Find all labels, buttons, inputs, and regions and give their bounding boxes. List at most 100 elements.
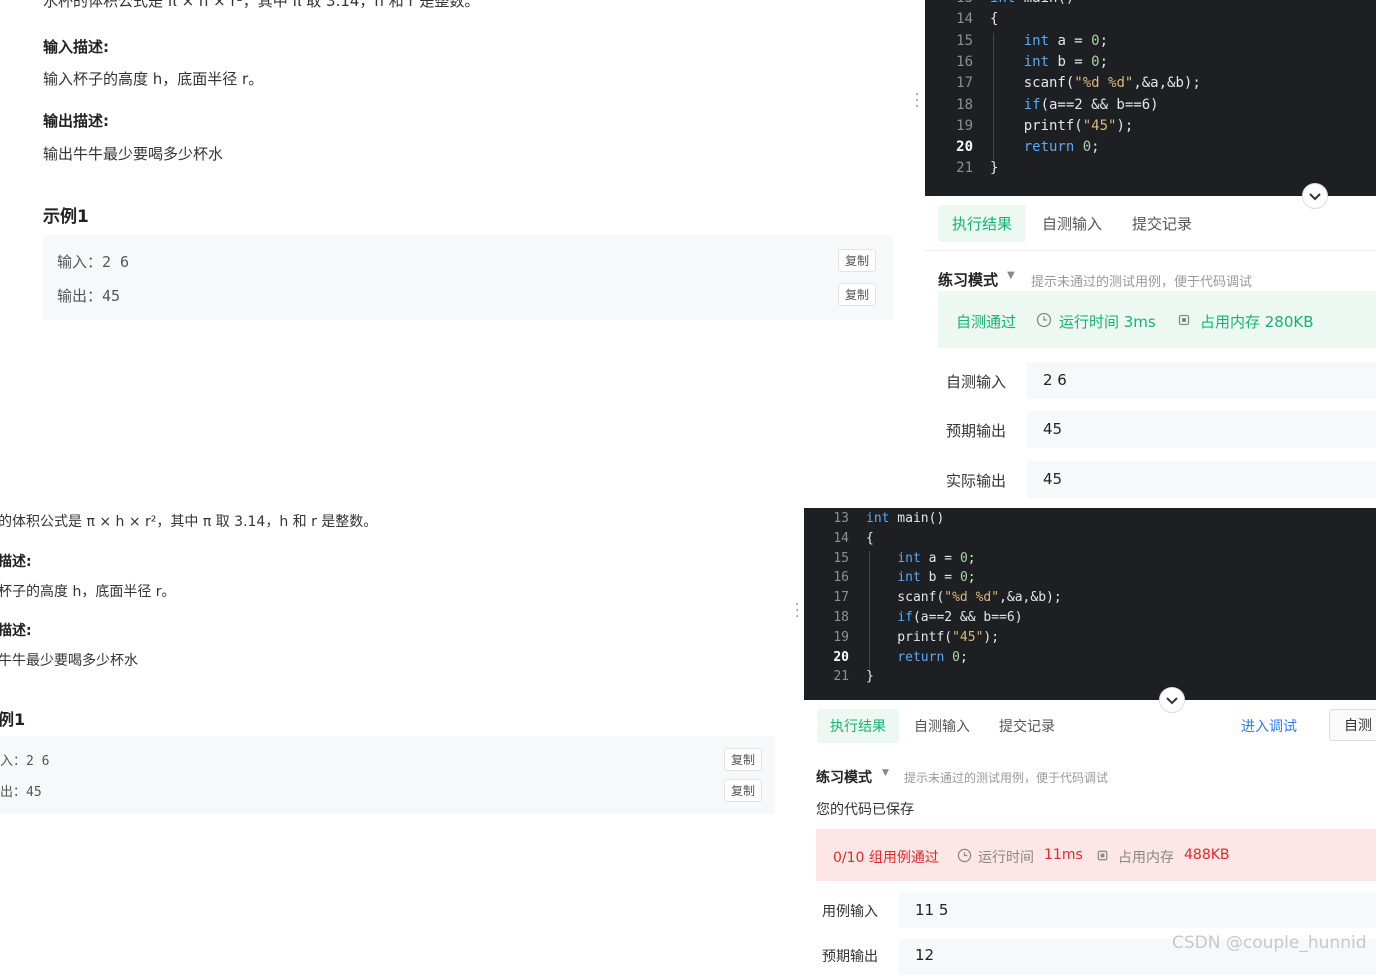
example-box: 入：2 6 出：45 复制 复制 — [0, 736, 775, 814]
memory-label: 占用内存 — [1118, 850, 1174, 866]
input-desc: 杯子的高度 h，底面半径 r。 — [0, 584, 176, 600]
expected-output-label: 预期输出 — [946, 422, 1007, 440]
line-number: 15 — [956, 32, 973, 49]
tab-submissions[interactable]: 提交记录 — [999, 716, 1055, 736]
tab-self-test[interactable]: 自测输入 — [914, 716, 970, 736]
example-output: 输出：45 — [57, 287, 121, 305]
example-input: 入：2 6 — [0, 754, 50, 769]
output-desc: 输出牛牛最少要喝多少杯水 — [43, 145, 224, 163]
runtime: 运行时间 3ms — [1059, 313, 1156, 331]
copy-output-button[interactable]: 复制 — [724, 779, 763, 802]
code-line[interactable]: if(a==2 && b==6) — [866, 610, 1022, 625]
case-input-value: 11 5 — [899, 892, 1376, 928]
output-desc-title: 描述: — [0, 623, 32, 639]
copy-output-button[interactable]: 复制 — [838, 283, 877, 306]
line-number: 20 — [956, 139, 973, 156]
tab-run-result[interactable]: 执行结果 — [817, 709, 899, 743]
line-number: 17 — [956, 75, 973, 92]
line-number: 20 — [833, 649, 849, 665]
clock-icon — [957, 848, 972, 867]
code-line[interactable]: printf("45"); — [866, 630, 999, 645]
result-banner: 0/10 组用例通过 运行时间 11ms 占用内存 488KB — [816, 829, 1376, 881]
practice-mode[interactable]: 练习模式 — [816, 767, 872, 787]
example-output: 出：45 — [0, 785, 42, 800]
tab-submissions[interactable]: 提交记录 — [1132, 213, 1192, 234]
mode-hint: 提示未通过的测试用例，便于代码调试 — [904, 771, 1109, 785]
line-number: 21 — [956, 160, 973, 177]
result-banner: 自测通过 运行时间 3ms 占用内存 280KB — [938, 291, 1376, 348]
formula-text: 的体积公式是 π × h × r²，其中 π 取 3.14，h 和 r 是整数。 — [0, 514, 378, 530]
copy-input-button[interactable]: 复制 — [724, 748, 763, 771]
memory-value: 488KB — [1184, 847, 1230, 863]
code-line[interactable]: int a = 0; — [990, 33, 1108, 49]
result-status: 自测通过 — [956, 313, 1017, 331]
code-line[interactable]: { — [990, 11, 998, 27]
caret-down-icon[interactable]: ▼ — [1007, 270, 1015, 281]
code-line[interactable]: return 0; — [866, 650, 967, 665]
tab-self-test[interactable]: 自测输入 — [1042, 213, 1102, 234]
code-line[interactable]: int main() — [990, 0, 1074, 6]
memory: 占用内存 280KB — [1200, 313, 1314, 331]
actual-output-value: 45 — [1027, 461, 1376, 498]
line-number: 18 — [956, 96, 973, 113]
formula-text: 水杯的体积公式是 π × h × r²，其中 π 取 3.14，h 和 r 是整… — [43, 0, 480, 10]
expected-output-label: 预期输出 — [822, 949, 878, 965]
code-line[interactable]: scanf("%d %d",&a,&b); — [866, 590, 1061, 605]
code-line[interactable]: } — [990, 160, 998, 176]
caret-down-icon[interactable]: ▼ — [882, 768, 889, 778]
case-input-label: 用例输入 — [822, 904, 878, 920]
code-line[interactable]: int b = 0; — [990, 54, 1108, 70]
panel-resize-handle[interactable]: · · · — [915, 88, 919, 114]
output-desc-title: 输出描述: — [43, 112, 109, 130]
example-box: 输入：2 6 输出：45 复制 复制 — [43, 235, 893, 320]
expected-output-value: 45 — [1027, 411, 1376, 448]
example-title: 示例1 — [43, 207, 89, 227]
tab-run-result[interactable]: 执行结果 — [938, 205, 1027, 242]
code-saved-text: 您的代码已保存 — [816, 802, 914, 818]
example-title: 例1 — [0, 710, 26, 729]
code-line[interactable]: int main() — [866, 511, 944, 526]
line-number: 13 — [925, 0, 973, 6]
indent-guide — [869, 550, 870, 670]
panel-resize-handle[interactable]: · · · — [795, 598, 799, 624]
code-line[interactable]: } — [866, 669, 874, 684]
indent-guide — [993, 32, 994, 161]
code-line[interactable]: if(a==2 && b==6) — [990, 97, 1159, 113]
runtime-label: 运行时间 — [978, 850, 1034, 866]
divider — [925, 250, 1376, 251]
self-test-input-label: 自测输入 — [946, 373, 1007, 391]
chip-icon — [1095, 848, 1110, 867]
code-editor[interactable]: 13 14 15 16 17 18 19 20 21 int main() { int a = 0… — [925, 0, 1376, 196]
line-number: 18 — [833, 610, 849, 625]
practice-mode[interactable]: 练习模式 — [938, 269, 998, 290]
enter-debug-link[interactable]: 进入调试 — [1241, 716, 1297, 736]
line-number: 16 — [833, 570, 849, 586]
code-line[interactable]: printf("45"); — [990, 118, 1134, 134]
output-desc: 牛牛最少要喝多少杯水 — [0, 653, 138, 669]
code-line[interactable]: scanf("%d %d",&a,&b); — [990, 75, 1201, 91]
line-number: 13 — [833, 511, 849, 526]
collapse-chevron-icon[interactable] — [1159, 687, 1185, 713]
input-desc-title: 输入描述: — [43, 38, 109, 56]
watermark: CSDN @couple_hunnid — [1172, 933, 1367, 953]
code-line[interactable]: return 0; — [990, 139, 1100, 155]
code-line[interactable]: int a = 0; — [866, 551, 975, 566]
code-line[interactable]: int b = 0; — [866, 570, 975, 585]
line-number: 19 — [956, 117, 973, 134]
collapse-chevron-icon[interactable] — [1302, 183, 1328, 209]
line-number: 15 — [833, 550, 849, 566]
self-test-input-value[interactable]: 2 6 — [1027, 362, 1376, 399]
result-status: 0/10 组用例通过 — [833, 850, 939, 866]
code-line[interactable]: { — [866, 531, 874, 546]
input-desc: 输入杯子的高度 h，底面半径 r。 — [43, 70, 264, 88]
line-number: 14 — [833, 530, 849, 546]
runtime-value: 11ms — [1044, 847, 1083, 863]
line-number: 19 — [833, 629, 849, 645]
input-desc-title: 描述: — [0, 554, 32, 570]
chip-icon — [1176, 312, 1192, 332]
self-test-button[interactable]: 自测 — [1329, 709, 1376, 741]
actual-output-label: 实际输出 — [946, 472, 1007, 490]
code-editor[interactable]: 13 14 15 16 17 18 19 20 21 int main() { int a = 0… — [804, 508, 1376, 700]
copy-input-button[interactable]: 复制 — [838, 249, 877, 272]
clock-icon — [1036, 312, 1052, 332]
